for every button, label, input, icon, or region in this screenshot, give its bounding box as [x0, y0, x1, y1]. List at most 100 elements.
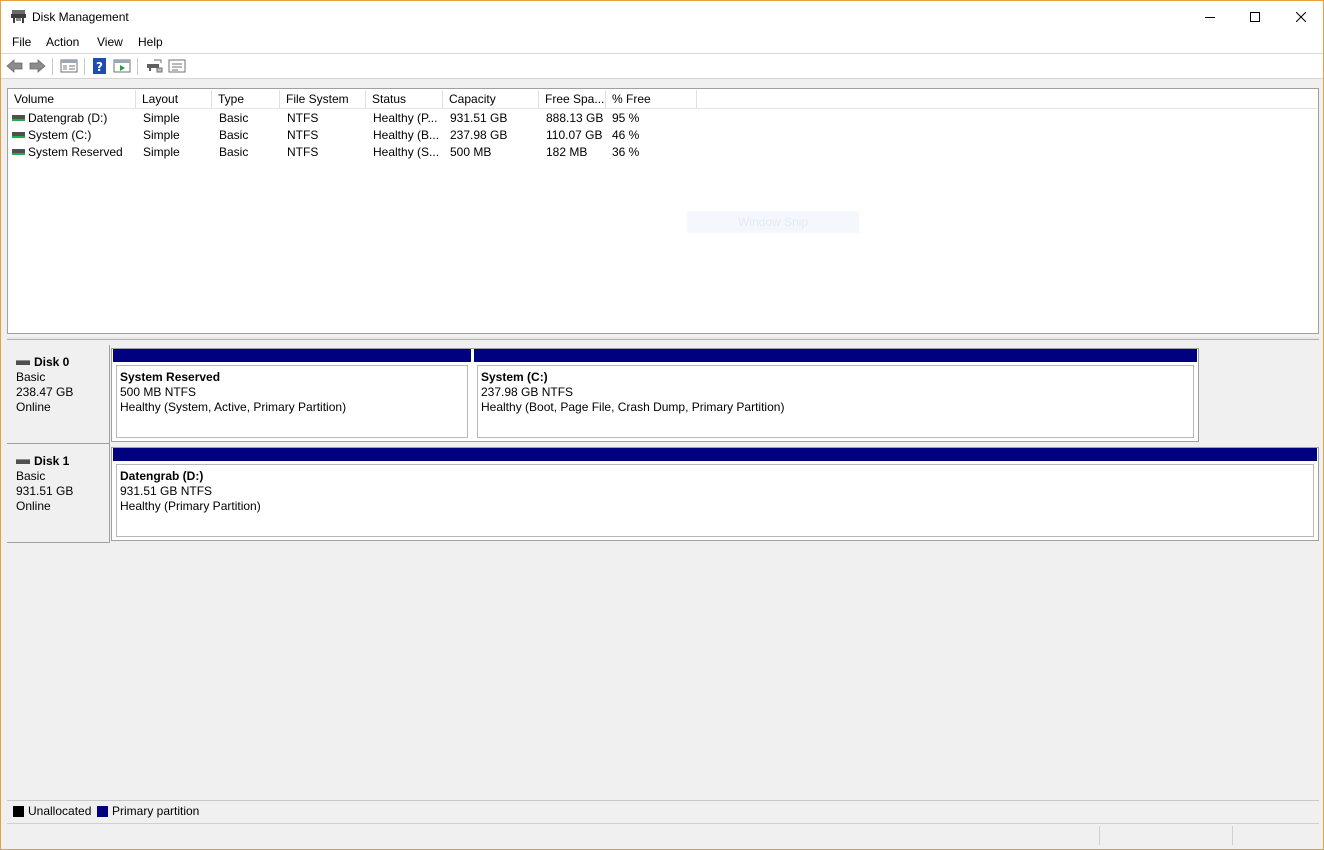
maximize-button[interactable]	[1232, 1, 1278, 32]
disk-icon	[16, 360, 30, 365]
cell-layout: Simple	[143, 145, 180, 159]
status-bar-divider	[1099, 826, 1100, 845]
partition-datengrab-d[interactable]: Datengrab (D:) 931.51 GB NTFS Healthy (P…	[113, 448, 1317, 540]
connect-disk-icon[interactable]	[145, 58, 163, 74]
partition-name: System Reserved	[120, 370, 221, 384]
volume-row-system-c[interactable]: System (C:) Simple Basic NTFS Healthy (B…	[8, 127, 1318, 144]
properties-icon[interactable]	[113, 58, 131, 74]
disk-1-state: Online	[16, 499, 51, 513]
legend-primary-label: Primary partition	[112, 804, 200, 818]
column-header-file-system[interactable]: File System	[280, 90, 366, 109]
menu-bar: File Action View Help	[1, 32, 1323, 54]
toolbar: ?	[1, 54, 1323, 79]
partition-name: Datengrab (D:)	[120, 469, 204, 483]
svg-text:?: ?	[96, 60, 103, 74]
disk-list-icon[interactable]	[168, 58, 186, 74]
disk-0-type: Basic	[16, 370, 46, 384]
cell-type: Basic	[219, 145, 249, 159]
volume-icon	[12, 149, 25, 155]
cell-file-system: NTFS	[287, 128, 319, 142]
cell-volume: Datengrab (D:)	[28, 111, 108, 125]
partition-size: 237.98 GB NTFS	[481, 385, 574, 399]
column-header-layout[interactable]: Layout	[136, 90, 212, 109]
cell-file-system: NTFS	[287, 145, 319, 159]
cell-free-space: 110.07 GB	[546, 128, 603, 142]
primary-partition-bar	[113, 448, 1317, 461]
disk-management-window: Disk Management File Action View Help ? …	[0, 0, 1324, 850]
cell-layout: Simple	[143, 128, 180, 142]
menu-file[interactable]: File	[12, 35, 31, 49]
disk-0-size: 238.47 GB	[16, 385, 74, 399]
toolbar-separator	[84, 58, 85, 75]
disk-1-size: 931.51 GB	[16, 484, 74, 498]
disk-1-label[interactable]: Disk 1 Basic 931.51 GB Online	[7, 444, 110, 543]
window-title: Disk Management	[32, 10, 129, 24]
toolbar-separator	[137, 58, 138, 75]
disk-0-state: Online	[16, 400, 51, 414]
column-header-capacity[interactable]: Capacity	[443, 90, 539, 109]
volume-icon	[12, 132, 25, 138]
column-header-free-space[interactable]: Free Spa...	[539, 90, 606, 109]
cell-volume: System (C:)	[28, 128, 92, 142]
partition-status: Healthy (System, Active, Primary Partiti…	[120, 400, 347, 414]
cell-status: Healthy (S...	[373, 145, 440, 159]
disk-1-type: Basic	[16, 469, 46, 483]
disk-1-partitions: Datengrab (D:) 931.51 GB NTFS Healthy (P…	[111, 447, 1319, 541]
close-button[interactable]	[1278, 1, 1324, 32]
disk-0-label[interactable]: Disk 0 Basic 238.47 GB Online	[7, 345, 110, 444]
partition-status: Healthy (Boot, Page File, Crash Dump, Pr…	[481, 400, 785, 414]
column-header-type[interactable]: Type	[212, 90, 280, 109]
disk-map: Disk 0 Basic 238.47 GB Online System Res…	[7, 342, 1319, 798]
toolbar-separator	[52, 58, 53, 75]
primary-partition-bar	[474, 349, 1197, 362]
partition-system-reserved[interactable]: System Reserved 500 MB NTFS Healthy (Sys…	[113, 349, 471, 441]
legend-unallocated-label: Unallocated	[28, 804, 92, 818]
column-header-status[interactable]: Status	[366, 90, 443, 109]
pane-splitter[interactable]	[7, 337, 1319, 340]
cell-status: Healthy (P...	[373, 111, 438, 125]
cell-capacity: 237.98 GB	[450, 128, 508, 142]
column-header-volume[interactable]: Volume	[8, 90, 136, 109]
cell-volume: System Reserved	[28, 145, 123, 159]
help-icon[interactable]: ?	[91, 58, 109, 74]
legend: Unallocated Primary partition	[7, 800, 1319, 821]
minimize-button[interactable]	[1187, 1, 1233, 32]
disk-icon	[16, 459, 30, 464]
volume-list[interactable]: Volume Layout Type File System Status Ca…	[7, 88, 1319, 334]
partition-system-c[interactable]: System (C:) 237.98 GB NTFS Healthy (Boot…	[474, 349, 1197, 441]
minimize-icon	[1205, 16, 1215, 18]
partition-size: 931.51 GB NTFS	[120, 484, 213, 498]
back-arrow-icon[interactable]	[6, 58, 24, 74]
column-header-percent-free[interactable]: % Free	[606, 90, 697, 109]
cell-status: Healthy (B...	[373, 128, 440, 142]
show-hide-console-tree-icon[interactable]	[60, 58, 78, 74]
title-bar: Disk Management	[1, 1, 1323, 32]
cell-percent-free: 36 %	[612, 145, 640, 159]
disk-management-icon	[11, 10, 26, 23]
cell-type: Basic	[219, 111, 249, 125]
cell-file-system: NTFS	[287, 111, 319, 125]
volume-row-datengrab[interactable]: Datengrab (D:) Simple Basic NTFS Healthy…	[8, 110, 1318, 127]
legend-unallocated-swatch	[13, 806, 24, 817]
cell-capacity: 931.51 GB	[450, 111, 508, 125]
legend-primary-swatch	[97, 806, 108, 817]
cell-free-space: 182 MB	[546, 145, 588, 159]
menu-help[interactable]: Help	[138, 35, 163, 49]
cell-free-space: 888.13 GB	[546, 111, 604, 125]
volume-list-header: Volume Layout Type File System Status Ca…	[8, 90, 1318, 109]
cell-layout: Simple	[143, 111, 180, 125]
forward-arrow-icon[interactable]	[28, 58, 46, 74]
status-bar	[7, 823, 1319, 846]
disk-1-name: Disk 1	[16, 454, 109, 469]
menu-action[interactable]: Action	[46, 35, 79, 49]
volume-row-system-reserved[interactable]: System Reserved Simple Basic NTFS Health…	[8, 144, 1318, 161]
cell-type: Basic	[219, 128, 249, 142]
menu-view[interactable]: View	[97, 35, 123, 49]
primary-partition-bar	[113, 349, 471, 362]
cell-capacity: 500 MB	[450, 145, 492, 159]
close-icon	[1296, 11, 1306, 22]
partition-name: System (C:)	[481, 370, 548, 384]
partition-status: Healthy (Primary Partition)	[120, 499, 261, 513]
maximize-icon	[1250, 11, 1260, 22]
cell-percent-free: 46 %	[612, 128, 640, 142]
